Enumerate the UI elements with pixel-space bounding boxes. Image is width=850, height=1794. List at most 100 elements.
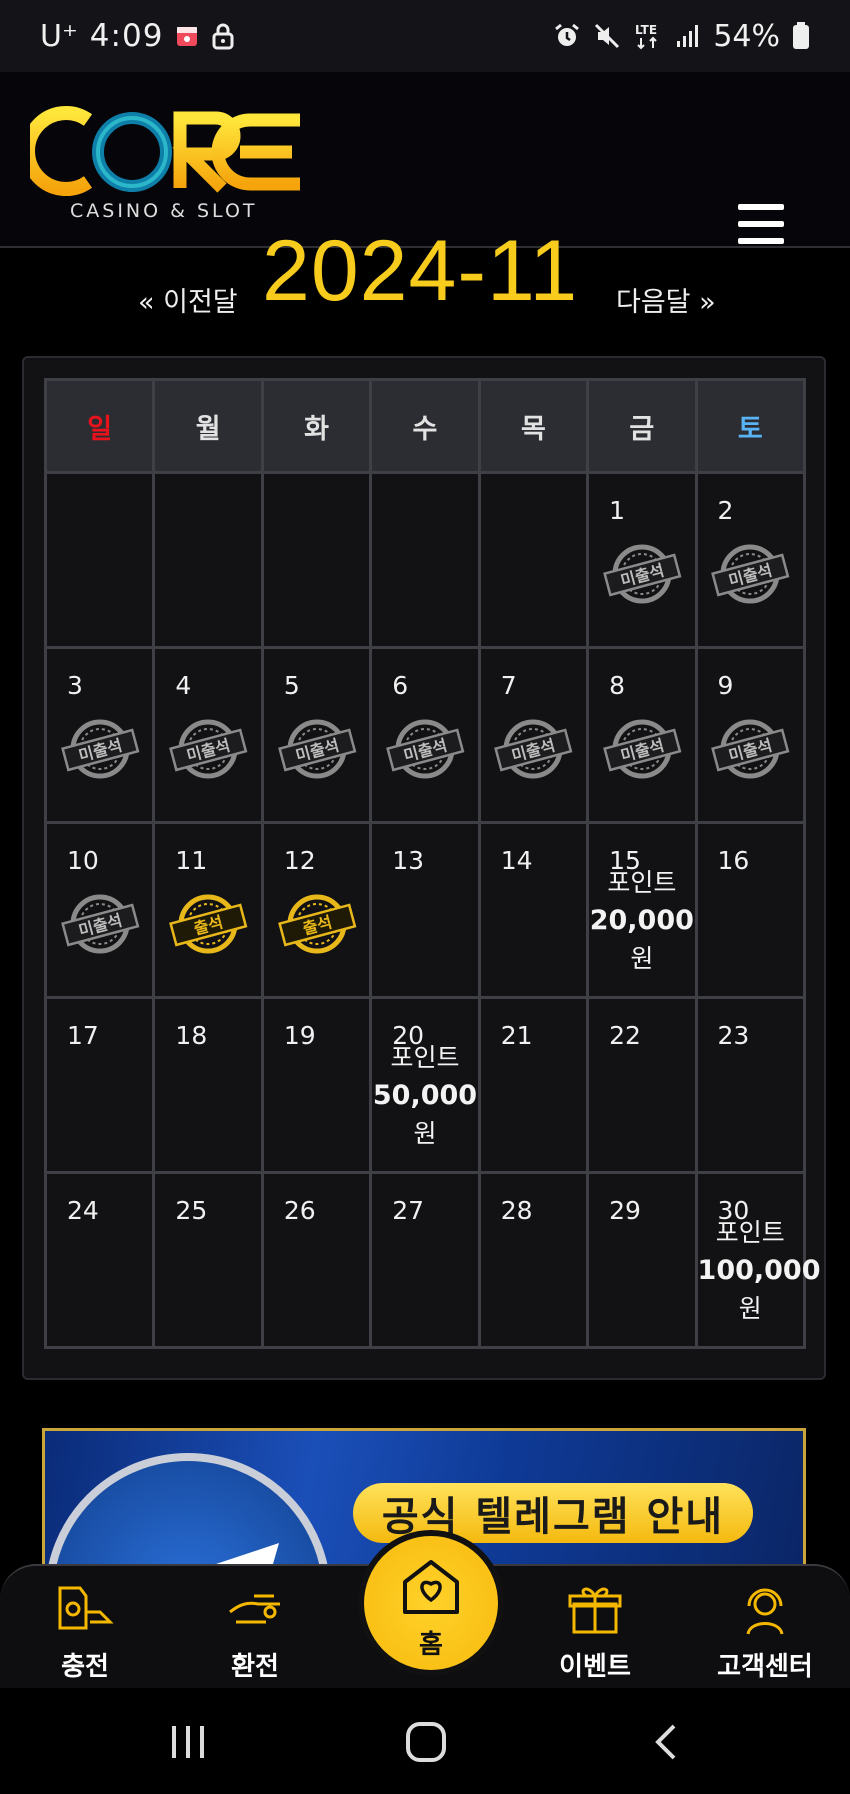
calendar-day-3[interactable]: 3 미출석 (43, 646, 156, 824)
back-icon[interactable] (648, 1722, 684, 1762)
reward-amount: 20,000 (589, 905, 694, 936)
calendar-notification-icon (175, 24, 199, 48)
calendar-day-11[interactable]: 11 출석 (152, 821, 264, 999)
day-number: 14 (500, 846, 533, 875)
day-number: 22 (609, 1021, 641, 1050)
calendar-day-12[interactable]: 12 출석 (260, 821, 373, 999)
nav-event-label: 이벤트 (559, 1652, 631, 1682)
svg-text:LTE: LTE (635, 23, 657, 37)
gift-icon (568, 1587, 622, 1634)
stamp-missed-icon: 미출석 (494, 719, 573, 779)
calendar-day-6[interactable]: 6 미출석 (369, 646, 481, 824)
calendar-day-26[interactable]: 26 (260, 1171, 373, 1349)
nav-support-label: 고객센터 (717, 1652, 813, 1682)
logo-subtext: CASINO & SLOT (70, 200, 258, 222)
calendar-empty-cell (477, 471, 590, 649)
calendar-day-15[interactable]: 15 포인트 20,000 원 (586, 821, 698, 999)
stamp-missed-icon: 미출석 (602, 544, 682, 604)
day-number: 19 (283, 1021, 316, 1050)
calendar-day-27[interactable]: 27 (369, 1171, 481, 1349)
reward-unit: 원 (413, 1119, 437, 1148)
support-icon (746, 1588, 784, 1635)
calendar-day-30[interactable]: 30 포인트 100,000 원 (694, 1171, 821, 1349)
nav-withdraw[interactable]: 환전 (190, 1582, 320, 1683)
calendar-day-16[interactable]: 16 (694, 821, 807, 999)
recent-apps-icon[interactable] (168, 1722, 208, 1762)
calendar-day-23[interactable]: 23 (694, 996, 807, 1174)
day-number: 21 (500, 1021, 533, 1050)
calendar-day-13[interactable]: 13 (369, 821, 481, 999)
day-number: 27 (392, 1196, 425, 1225)
calendar-day-1[interactable]: 1 미출석 (586, 471, 698, 649)
calendar-day-19[interactable]: 19 (260, 996, 373, 1174)
calendar-day-7[interactable]: 7 미출석 (477, 646, 590, 824)
nav-home-button[interactable]: 홈 (358, 1530, 504, 1676)
calendar-empty-cell (260, 471, 373, 649)
home-heart-icon (403, 1560, 459, 1614)
home-system-icon[interactable] (404, 1722, 448, 1762)
calendar-day-22[interactable]: 22 (586, 996, 698, 1174)
weekday-sat: 토 (694, 378, 807, 474)
calendar-day-2[interactable]: 2 미출석 (694, 471, 807, 649)
calendar-day-5[interactable]: 5 미출석 (260, 646, 373, 824)
android-navigation-bar (0, 1688, 850, 1794)
core-logo[interactable]: CASINO & SLOT (30, 102, 305, 222)
weekday-header-row: 일 월 화 수 목 금 토 (43, 378, 807, 474)
next-month-link[interactable]: 다음달 » (616, 280, 716, 319)
calendar-day-24[interactable]: 24 (43, 1171, 156, 1349)
signal-icon (675, 23, 701, 49)
reward-info: 포인트 50,000 원 (372, 1039, 477, 1153)
calendar-day-9[interactable]: 9 미출석 (694, 646, 807, 824)
status-right: LTE 54% (553, 19, 810, 54)
status-left: U⁺ 4:09 (40, 18, 235, 54)
calendar-day-18[interactable]: 18 (152, 996, 264, 1174)
reward-unit: 원 (738, 1294, 762, 1323)
calendar-week-row: 10 미출석 11 출석 12 출석 13 14 15 포인트 20,000 원 16 (43, 821, 807, 999)
calendar-week-row: 24 25 26 27 28 29 30 포인트 100,000 원 (43, 1171, 821, 1349)
day-number: 13 (392, 846, 425, 875)
nav-withdraw-label: 환전 (231, 1652, 279, 1682)
battery-icon (792, 22, 810, 50)
calendar-week-row: 17 18 19 20 포인트 50,000 원 21 22 23 (43, 996, 807, 1174)
calendar-day-10[interactable]: 10 미출석 (43, 821, 156, 999)
calendar-day-14[interactable]: 14 (477, 821, 590, 999)
reward-label: 포인트 (607, 868, 677, 897)
calendar-day-25[interactable]: 25 (152, 1171, 264, 1349)
weekday-thu: 목 (477, 378, 590, 474)
prev-month-link[interactable]: « 이전달 (138, 280, 238, 319)
nav-deposit[interactable]: 충전 (20, 1582, 150, 1683)
nav-event[interactable]: 이벤트 (530, 1582, 660, 1683)
day-number: 23 (717, 1021, 750, 1050)
deposit-icon (58, 1586, 114, 1630)
stamp-attended-icon: 출석 (277, 894, 356, 954)
calendar-day-29[interactable]: 29 (586, 1171, 698, 1349)
day-number: 4 (175, 671, 192, 700)
carrier-label: U⁺ (40, 18, 78, 54)
calendar-day-21[interactable]: 21 (477, 996, 590, 1174)
calendar-week-row: 3 미출석 4 미출석 5 미출석 6 미출석 7 미출석 8 미출석 9 미출석 (43, 646, 807, 824)
current-month-title: 2024-11 (262, 223, 579, 319)
calendar-day-28[interactable]: 28 (477, 1171, 590, 1349)
nav-support[interactable]: 고객센터 (700, 1582, 830, 1683)
calendar-empty-cell (152, 471, 264, 649)
stamp-missed-icon: 미출석 (386, 719, 465, 779)
battery-percent: 54% (713, 18, 780, 54)
stamp-attended-icon: 출석 (169, 894, 248, 954)
calendar-day-8[interactable]: 8 미출석 (586, 646, 698, 824)
day-number: 18 (175, 1021, 208, 1050)
day-number: 6 (392, 671, 409, 700)
day-number: 29 (609, 1196, 641, 1225)
mute-icon (593, 22, 621, 50)
nav-deposit-label: 충전 (61, 1652, 109, 1682)
weekday-mon: 월 (152, 378, 264, 474)
calendar-day-4[interactable]: 4 미출석 (152, 646, 264, 824)
attendance-calendar: 일 월 화 수 목 금 토 1 미출석 2 미출석 3 미출석 4 미출석 5 미출석 6 미출석 7 미… (43, 378, 821, 1349)
calendar-day-17[interactable]: 17 (43, 996, 156, 1174)
day-number: 1 (609, 496, 626, 525)
stamp-missed-icon: 미출석 (277, 719, 356, 779)
day-number: 25 (175, 1196, 208, 1225)
calendar-day-20[interactable]: 20 포인트 50,000 원 (369, 996, 481, 1174)
reward-info: 포인트 100,000 원 (698, 1214, 821, 1328)
day-number: 26 (283, 1196, 316, 1225)
withdraw-icon (229, 1594, 280, 1624)
